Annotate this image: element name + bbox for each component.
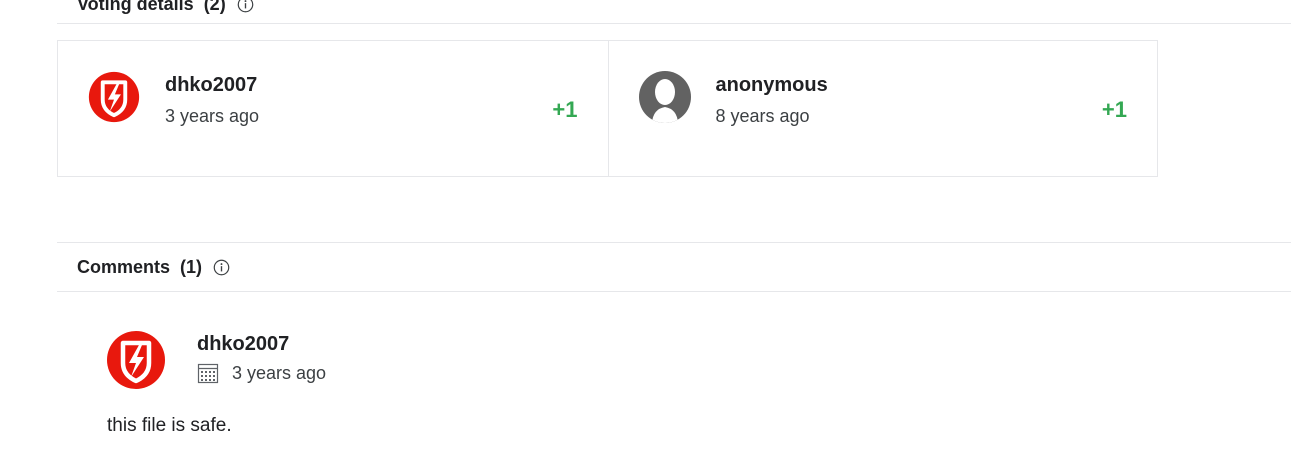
vote-time: 3 years ago [165,106,260,126]
vote-username[interactable]: dhko2007 [165,74,257,97]
info-icon[interactable] [237,0,254,13]
comments-header: Comments (1) [57,242,1291,292]
comments-count: (1) [180,256,203,277]
comments-title: Comments [77,256,171,277]
red-lightning-shield-icon [88,71,140,123]
info-icon[interactable] [213,259,230,276]
comment-username[interactable]: dhko2007 [197,333,289,356]
vote-card: anonymous 8 years ago +1 [607,41,1158,176]
vote-card: dhko2007 3 years ago +1 [58,41,608,176]
voting-details-count: (2) [203,0,226,14]
vote-username[interactable]: anonymous [716,74,828,97]
red-lightning-shield-icon [107,331,165,389]
votes-list: dhko2007 3 years ago +1 anonymous 8 year… [57,40,1158,177]
voting-details-title: Voting details [77,0,194,14]
comment-text: this file is safe. [107,415,232,436]
comment-time: 3 years ago [232,362,327,383]
anonymous-person-icon [638,71,691,123]
comment-meta: 3 years ago [197,362,326,384]
vote-score: +1 [552,97,578,122]
vote-score: +1 [1101,97,1127,122]
vote-time: 8 years ago [715,106,810,126]
calendar-icon [197,363,219,384]
voting-details-header: Voting details (2) [57,0,1291,24]
